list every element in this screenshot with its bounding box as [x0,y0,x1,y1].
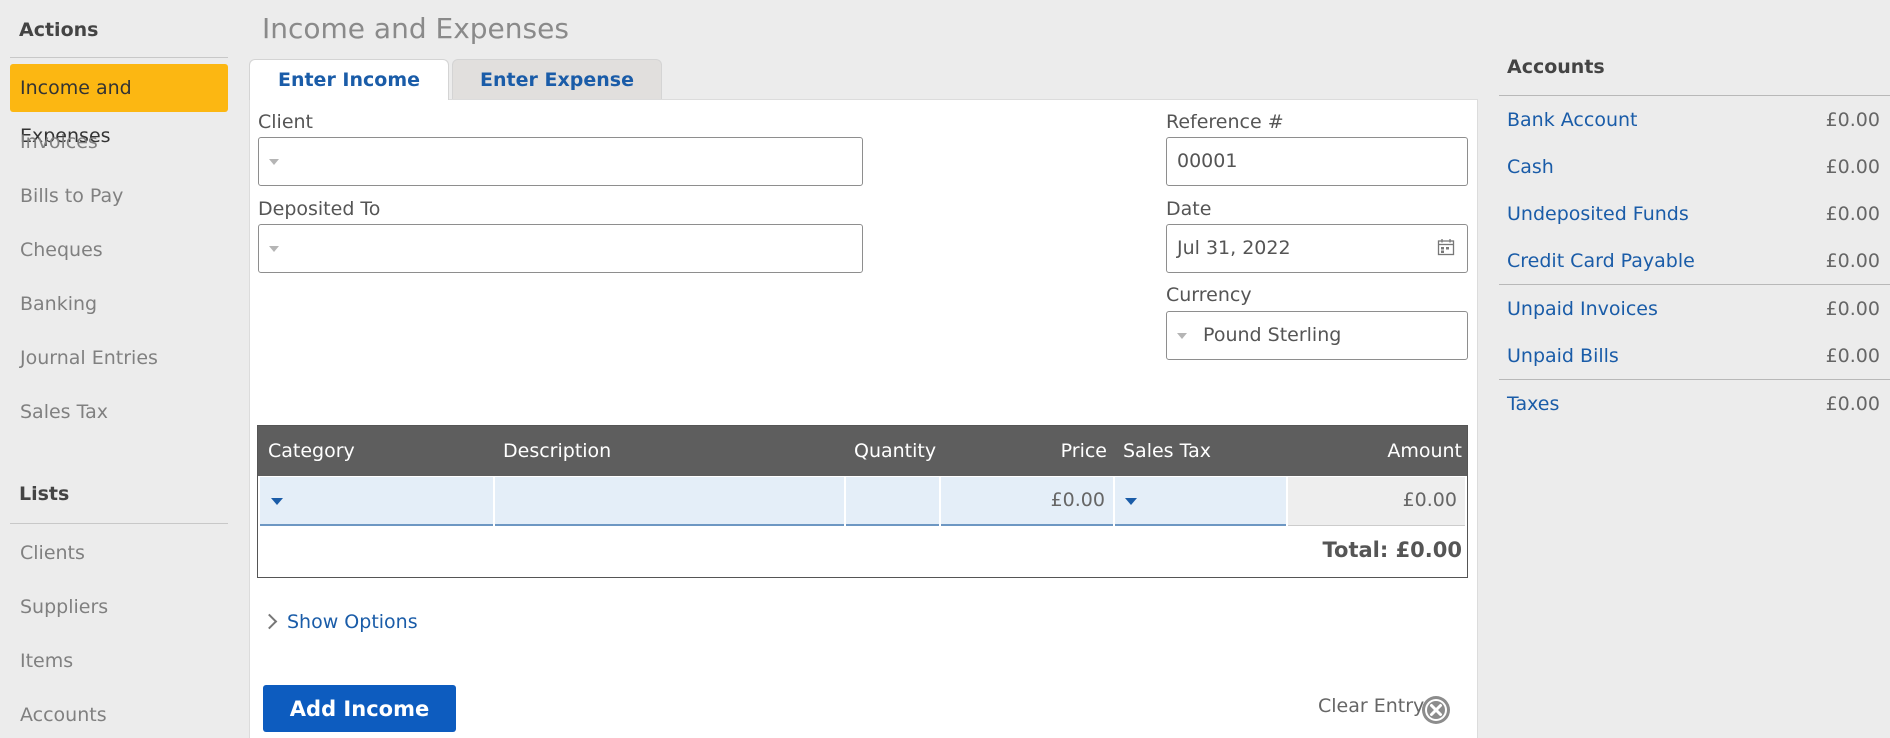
chevron-down-icon [1177,332,1187,339]
description-cell[interactable] [495,477,844,526]
total-label: Total: £0.00 [1322,538,1462,562]
sidebar-divider [10,57,228,58]
currency-select[interactable]: Pound Sterling [1166,311,1468,360]
chevron-down-icon [271,498,283,505]
show-options-toggle[interactable]: Show Options [261,611,418,633]
calendar-icon[interactable] [1437,238,1455,256]
amount-cell: £0.00 [1288,477,1465,526]
account-link-cash[interactable]: Cash [1507,156,1554,178]
account-link-unpaid-invoices[interactable]: Unpaid Invoices [1507,298,1658,320]
account-link-credit-card-payable[interactable]: Credit Card Payable [1507,250,1695,272]
sidebar-item-cheques[interactable]: Cheques [10,226,228,274]
reference-label: Reference # [1166,111,1284,133]
sidebar-item-sales-tax[interactable]: Sales Tax [10,388,228,436]
sidebar-divider [10,523,228,524]
date-label: Date [1166,198,1212,220]
column-header-sales-tax: Sales Tax [1123,440,1211,462]
add-income-button[interactable]: Add Income [263,685,456,732]
account-balance: £0.00 [1825,250,1880,272]
clear-entry-link[interactable]: Clear Entry [1318,695,1424,717]
column-header-description: Description [503,440,612,462]
amount-value: £0.00 [1402,489,1457,511]
page-title: Income and Expenses [262,12,569,45]
sidebar-item-items[interactable]: Items [10,637,228,685]
line-items-table: Category Description Quantity Price Sale… [257,425,1468,578]
column-header-category: Category [268,440,355,462]
sales-tax-cell[interactable] [1115,477,1286,526]
currency-value: Pound Sterling [1203,324,1342,346]
sidebar-item-accounts[interactable]: Accounts [10,691,228,738]
sidebar-item-clients[interactable]: Clients [10,529,228,577]
currency-label: Currency [1166,284,1252,306]
client-select[interactable] [258,137,863,186]
sidebar-item-bills-to-pay[interactable]: Bills to Pay [10,172,228,220]
tab-enter-income[interactable]: Enter Income [249,59,449,100]
accounts-divider [1499,284,1890,285]
account-balance: £0.00 [1825,156,1880,178]
reference-input[interactable]: 00001 [1166,137,1468,186]
price-value: £0.00 [1050,489,1105,511]
sidebar-item-invoices[interactable]: Invoices [10,118,228,166]
account-balance: £0.00 [1825,298,1880,320]
sidebar-item-journal-entries[interactable]: Journal Entries [10,334,228,382]
client-label: Client [258,111,314,133]
deposited-to-label: Deposited To [258,198,381,220]
column-header-amount: Amount [1387,440,1462,462]
quantity-cell[interactable] [846,477,939,526]
sidebar-item-income-and-expenses[interactable]: Income and Expenses [10,64,228,147]
lists-heading: Lists [19,483,70,505]
account-link-undeposited-funds[interactable]: Undeposited Funds [1507,203,1689,225]
sidebar-item-suppliers[interactable]: Suppliers [10,583,228,631]
account-link-bank-account[interactable]: Bank Account [1507,109,1637,131]
accounts-divider [1499,379,1890,380]
account-link-taxes[interactable]: Taxes [1507,393,1559,415]
deposited-to-select[interactable] [258,224,863,273]
date-input[interactable]: Jul 31, 2022 [1166,224,1468,273]
accounts-heading: Accounts [1507,56,1605,78]
date-value: Jul 31, 2022 [1177,237,1291,259]
chevron-down-icon [1125,498,1137,505]
column-header-price: Price [1060,440,1107,462]
account-balance: £0.00 [1825,203,1880,225]
account-link-unpaid-bills[interactable]: Unpaid Bills [1507,345,1619,367]
show-options-label: Show Options [287,611,418,633]
chevron-down-icon [269,245,279,252]
account-balance: £0.00 [1825,109,1880,131]
account-balance: £0.00 [1825,345,1880,367]
table-header: Category Description Quantity Price Sale… [258,426,1467,476]
sidebar: Actions Income and Expenses Invoices Bil… [0,0,240,738]
category-cell[interactable] [260,477,493,526]
chevron-down-icon [269,158,279,165]
clear-x-icon[interactable] [1420,694,1452,726]
tab-enter-expense[interactable]: Enter Expense [452,59,662,99]
chevron-right-icon [261,613,278,630]
accounts-divider [1499,95,1890,96]
income-form-panel [249,99,1478,738]
account-balance: £0.00 [1825,393,1880,415]
column-header-quantity: Quantity [854,440,937,462]
sidebar-item-banking[interactable]: Banking [10,280,228,328]
actions-heading: Actions [19,19,99,41]
price-cell[interactable]: £0.00 [941,477,1113,526]
